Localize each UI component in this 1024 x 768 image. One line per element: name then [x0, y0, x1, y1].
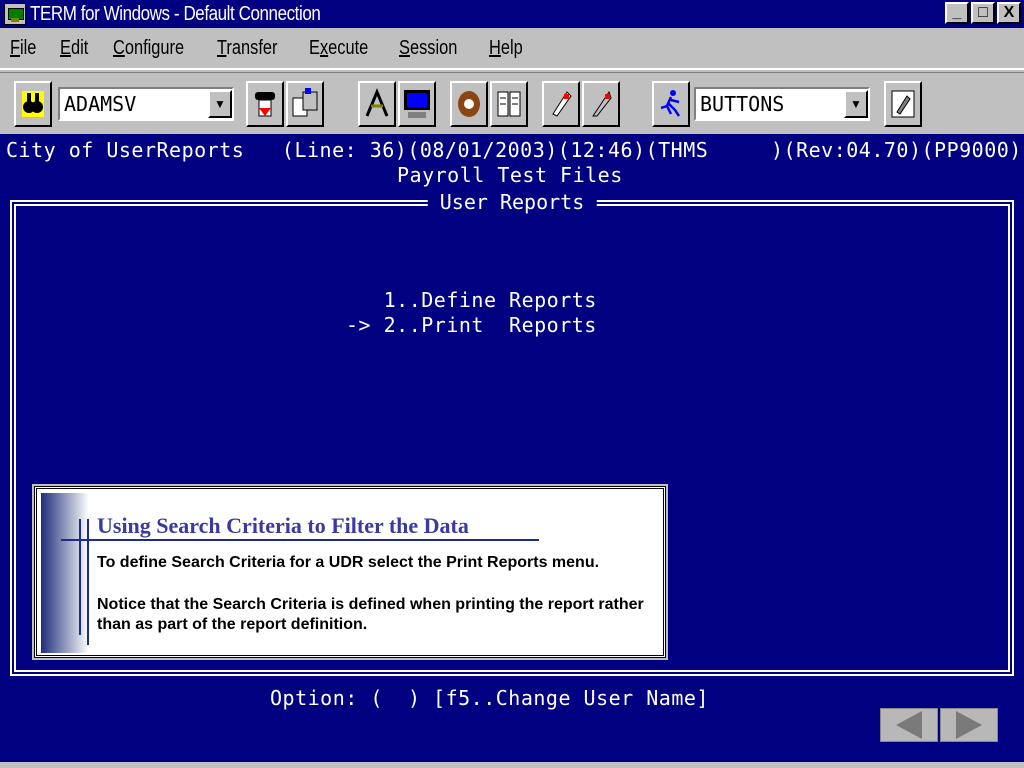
- menu-configure[interactable]: Configure: [113, 37, 184, 60]
- menu-execute[interactable]: Execute: [309, 37, 368, 60]
- callout-rule-left: [79, 519, 81, 635]
- minimize-button[interactable]: _: [945, 2, 969, 24]
- callout-rule-top: [61, 539, 539, 541]
- binoculars-icon[interactable]: [14, 81, 52, 127]
- menu-transfer[interactable]: Transfer: [217, 37, 277, 60]
- window-controls: _ □ X: [945, 2, 1021, 24]
- callout-gradient-bar: [41, 493, 89, 653]
- user-combo[interactable]: ADAMSV ▼: [58, 87, 234, 121]
- menu-edit[interactable]: Edit: [60, 37, 88, 60]
- terminal-screen[interactable]: City of UserReports (Line: 36)(08/01/200…: [0, 134, 1024, 762]
- menu-file[interactable]: File: [10, 37, 36, 60]
- buttons-combo-value: BUTTONS: [700, 92, 785, 116]
- computer-icon[interactable]: [398, 81, 436, 127]
- next-button[interactable]: [940, 708, 998, 742]
- slide-navigation: [880, 708, 998, 742]
- user-combo-value: ADAMSV: [64, 92, 137, 116]
- chevron-down-icon[interactable]: ▼: [208, 90, 232, 118]
- window-title: TERM for Windows - Default Connection: [30, 2, 321, 25]
- arrow-right-icon: [956, 711, 982, 739]
- phone-hangup-icon[interactable]: [246, 81, 284, 127]
- screen-subtitle: Payroll Test Files: [397, 163, 623, 187]
- title-bar: TERM for Windows - Default Connection _ …: [0, 0, 1024, 28]
- callout-title: Using Search Criteria to Filter the Data: [97, 513, 469, 538]
- box-title: User Reports: [427, 190, 597, 214]
- book-icon[interactable]: [490, 81, 528, 127]
- previous-button[interactable]: [880, 708, 938, 742]
- info-callout: Using Search Criteria to Filter the Data…: [32, 484, 668, 660]
- toolbar: ADAMSV ▼ BUTTONS ▼: [0, 72, 1024, 134]
- option-prompt[interactable]: Option: ( ) [f5..Change User Name]: [270, 686, 709, 710]
- maximize-button[interactable]: □: [971, 2, 995, 24]
- quill-icon[interactable]: [582, 81, 620, 127]
- menu-option-print-reports[interactable]: -> 2..Print Reports: [346, 313, 597, 337]
- pencil-icon[interactable]: [542, 81, 580, 127]
- callout-rule-left-inner: [87, 519, 89, 645]
- buttons-combo[interactable]: BUTTONS ▼: [694, 87, 870, 121]
- pencil-button-icon[interactable]: [884, 81, 922, 127]
- menu-session[interactable]: Session: [399, 37, 457, 60]
- status-line: City of UserReports (Line: 36)(08/01/200…: [6, 138, 1022, 162]
- arrow-left-icon: [896, 711, 922, 739]
- menu-bar: File Edit Configure Transfer Execute Session H…: [0, 28, 1024, 70]
- connect-icon[interactable]: [358, 81, 396, 127]
- callout-paragraph-1: To define Search Criteria for a UDR sele…: [97, 554, 600, 571]
- baseball-glove-icon[interactable]: [450, 81, 488, 127]
- app-icon[interactable]: [4, 3, 26, 25]
- menu-option-define-reports[interactable]: 1..Define Reports: [346, 288, 597, 312]
- chevron-down-icon[interactable]: ▼: [844, 90, 868, 118]
- menu-help[interactable]: Help: [489, 37, 523, 60]
- runner-icon[interactable]: [652, 81, 690, 127]
- close-button[interactable]: X: [997, 2, 1021, 24]
- callout-paragraph-2: Notice that the Search Criteria is defin…: [97, 596, 644, 633]
- copy-icon[interactable]: [286, 81, 324, 127]
